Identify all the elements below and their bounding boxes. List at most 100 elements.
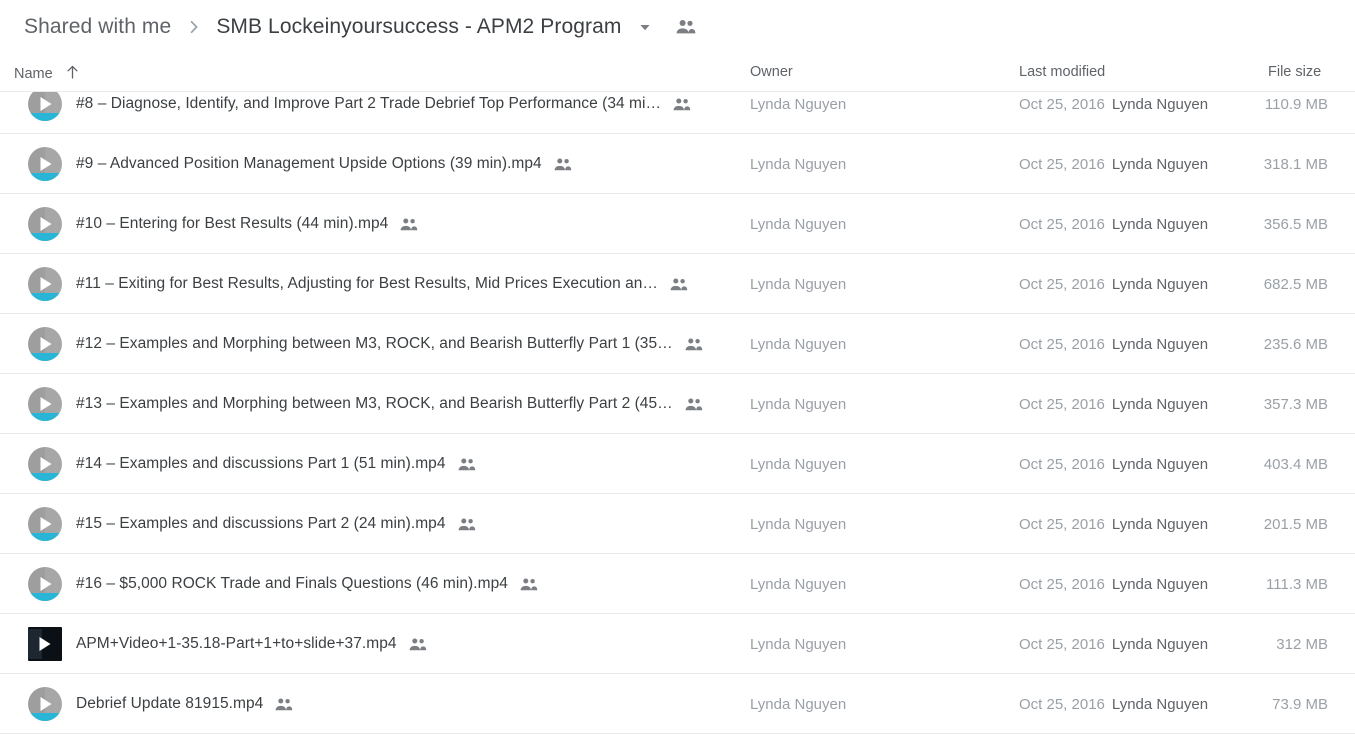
shared-people-icon [684,337,705,352]
file-size-cell: 73.9 MB [1272,695,1328,713]
last-modified-cell: Oct 25, 2016 Lynda Nguyen [1019,614,1208,674]
chevron-down-icon[interactable] [638,20,652,34]
last-modified-date: Oct 25, 2016 [1019,95,1105,113]
column-header-last-modified[interactable]: Last modified [1019,64,1105,80]
file-name-cell[interactable]: #16 – $5,000 ROCK Trade and Finals Quest… [0,554,745,614]
shared-people-icon [684,397,705,412]
file-name-label: #9 – Advanced Position Management Upside… [76,155,542,172]
video-circle-thumbnail-icon [28,207,62,241]
video-circle-thumbnail-icon [28,267,62,301]
file-name-label: #16 – $5,000 ROCK Trade and Finals Quest… [76,575,508,592]
video-circle-thumbnail-icon [28,567,62,601]
file-name-cell[interactable]: #12 – Examples and Morphing between M3, … [0,314,745,374]
last-modified-cell: Oct 25, 2016 Lynda Nguyen [1019,374,1208,434]
file-name-cell[interactable]: #15 – Examples and discussions Part 2 (2… [0,494,745,554]
people-icon[interactable] [675,18,697,36]
column-header-name[interactable]: Name [14,64,80,84]
owner-cell: Lynda Nguyen [750,455,847,473]
last-modified-cell: Oct 25, 2016 Lynda Nguyen [1019,194,1208,254]
last-modified-date: Oct 25, 2016 [1019,215,1105,233]
last-modified-date: Oct 25, 2016 [1019,395,1105,413]
column-header-file-size[interactable]: File size [1268,64,1321,80]
table-row[interactable]: #16 – $5,000 ROCK Trade and Finals Quest… [0,554,1355,614]
owner-cell: Lynda Nguyen [750,215,847,233]
file-name-label: #13 – Examples and Morphing between M3, … [76,395,673,412]
shared-people-icon [399,217,420,232]
table-row[interactable]: #9 – Advanced Position Management Upside… [0,134,1355,194]
file-name-label: #8 – Diagnose, Identify, and Improve Par… [76,95,662,112]
last-modified-by: Lynda Nguyen [1111,335,1209,353]
table-row[interactable]: #11 – Exiting for Best Results, Adjustin… [0,254,1355,314]
last-modified-date: Oct 25, 2016 [1019,575,1105,593]
last-modified-by: Lynda Nguyen [1111,395,1209,413]
last-modified-by: Lynda Nguyen [1111,455,1209,473]
file-name-cell[interactable]: #11 – Exiting for Best Results, Adjustin… [0,254,745,314]
table-row[interactable]: #13 – Examples and Morphing between M3, … [0,374,1355,434]
video-circle-thumbnail-icon [28,507,62,541]
breadcrumb-root-shared-with-me[interactable]: Shared with me [24,15,171,39]
last-modified-cell: Oct 25, 2016 Lynda Nguyen [1019,434,1208,494]
file-size-cell: 356.5 MB [1263,215,1328,233]
shared-people-icon [274,697,295,712]
shared-people-icon [669,277,690,292]
last-modified-date: Oct 25, 2016 [1019,635,1105,653]
table-row[interactable]: #14 – Examples and discussions Part 1 (5… [0,434,1355,494]
last-modified-by: Lynda Nguyen [1111,275,1209,293]
file-list[interactable]: #8 – Diagnose, Identify, and Improve Par… [0,92,1355,748]
owner-cell: Lynda Nguyen [750,395,847,413]
file-name-cell[interactable]: #8 – Diagnose, Identify, and Improve Par… [0,92,745,134]
last-modified-cell: Oct 25, 2016 Lynda Nguyen [1019,554,1208,614]
file-name-label: Debrief Update 81915.mp4 [76,695,264,712]
video-square-thumbnail-icon [28,627,62,661]
owner-cell: Lynda Nguyen [750,95,847,113]
table-row[interactable]: #15 – Examples and discussions Part 2 (2… [0,494,1355,554]
shared-people-icon [519,577,540,592]
video-circle-thumbnail-icon [28,327,62,361]
shared-people-icon [457,457,478,472]
table-row[interactable]: #10 – Entering for Best Results (44 min)… [0,194,1355,254]
breadcrumb: Shared with me SMB Lockeinyoursuccess - … [0,0,1355,53]
file-name-label: #10 – Entering for Best Results (44 min)… [76,215,389,232]
file-name-cell[interactable]: Debrief Update 81915.mp4 [0,674,745,734]
shared-people-icon [553,157,574,172]
video-circle-thumbnail-icon [28,147,62,181]
owner-cell: Lynda Nguyen [750,695,847,713]
table-row[interactable]: #8 – Diagnose, Identify, and Improve Par… [0,92,1355,134]
owner-cell: Lynda Nguyen [750,275,847,293]
owner-cell: Lynda Nguyen [750,515,847,533]
file-name-label: APM+Video+1-35.18-Part+1+to+slide+37.mp4 [76,635,397,652]
last-modified-cell: Oct 25, 2016 Lynda Nguyen [1019,494,1208,554]
file-name-cell[interactable]: #14 – Examples and discussions Part 1 (5… [0,434,745,494]
chevron-right-icon [186,19,202,35]
table-row[interactable]: APM+Video+1-35.18-Part+1+to+slide+37.mp4… [0,614,1355,674]
breadcrumb-current-folder[interactable]: SMB Lockeinyoursuccess - APM2 Program [216,15,621,39]
file-size-cell: 110.9 MB [1264,95,1328,113]
last-modified-by: Lynda Nguyen [1111,575,1209,593]
last-modified-date: Oct 25, 2016 [1019,335,1105,353]
file-size-cell: 235.6 MB [1263,335,1328,353]
file-name-cell[interactable]: #9 – Advanced Position Management Upside… [0,134,745,194]
file-name-label: #15 – Examples and discussions Part 2 (2… [76,515,446,532]
file-name-cell[interactable]: APM+Video+1-35.18-Part+1+to+slide+37.mp4 [0,614,745,674]
last-modified-by: Lynda Nguyen [1111,155,1209,173]
last-modified-cell: Oct 25, 2016 Lynda Nguyen [1019,134,1208,194]
file-name-cell[interactable]: #13 – Examples and Morphing between M3, … [0,374,745,434]
file-size-cell: 682.5 MB [1263,275,1328,293]
last-modified-by: Lynda Nguyen [1111,635,1209,653]
column-header-owner[interactable]: Owner [750,64,793,80]
file-size-cell: 312 MB [1276,635,1328,653]
owner-cell: Lynda Nguyen [750,335,847,353]
table-row[interactable]: #12 – Examples and Morphing between M3, … [0,314,1355,374]
shared-people-icon [672,97,693,112]
video-circle-thumbnail-icon [28,447,62,481]
file-name-label: #14 – Examples and discussions Part 1 (5… [76,455,446,472]
last-modified-cell: Oct 25, 2016 Lynda Nguyen [1019,254,1208,314]
table-row[interactable]: Debrief Update 81915.mp4 Lynda Nguyen Oc… [0,674,1355,734]
last-modified-cell: Oct 25, 2016 Lynda Nguyen [1019,92,1208,134]
last-modified-by: Lynda Nguyen [1111,215,1209,233]
last-modified-date: Oct 25, 2016 [1019,155,1105,173]
last-modified-by: Lynda Nguyen [1111,95,1209,113]
file-name-cell[interactable]: #10 – Entering for Best Results (44 min)… [0,194,745,254]
video-circle-thumbnail-icon [28,687,62,721]
file-name-label: #11 – Exiting for Best Results, Adjustin… [76,275,658,292]
